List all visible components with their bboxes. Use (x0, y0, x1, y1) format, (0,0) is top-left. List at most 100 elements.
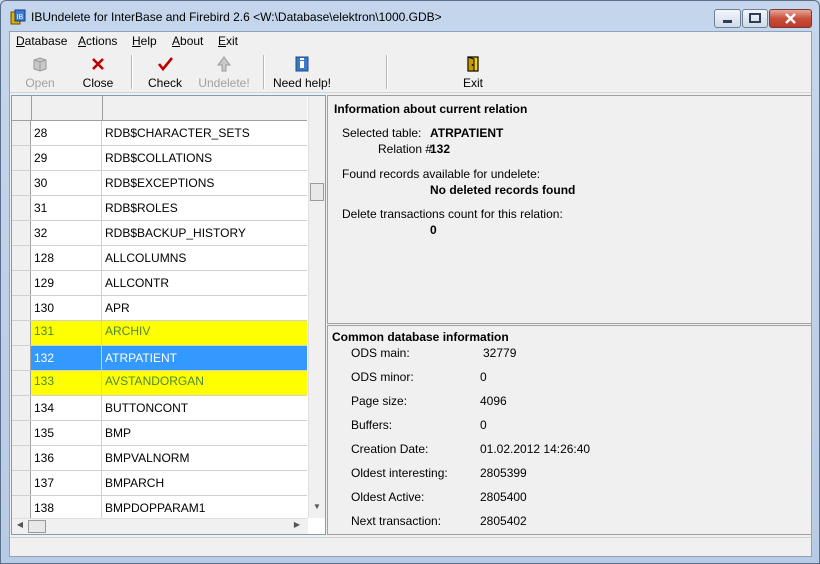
relation-id-cell[interactable]: 130 (32, 296, 102, 320)
db-info-value: 4096 (480, 394, 507, 408)
relation-id-cell[interactable]: 131 (32, 321, 102, 345)
vertical-scrollbar[interactable]: ▼ (308, 96, 325, 518)
relation-name-cell[interactable]: ATRPATIENT (103, 346, 307, 370)
minimize-button[interactable] (714, 9, 741, 28)
close-button[interactable]: Close (76, 53, 120, 91)
table-row[interactable]: 29 RDB$COLLATIONS (12, 146, 307, 171)
table-row[interactable]: 133 AVSTANDORGAN (12, 371, 307, 396)
row-indicator[interactable] (12, 296, 31, 320)
row-indicator[interactable] (12, 171, 31, 195)
menu-exit[interactable]: Exit (218, 34, 238, 48)
row-indicator[interactable] (12, 371, 31, 395)
relation-id-cell[interactable]: 128 (32, 246, 102, 270)
menu-help[interactable]: Help (132, 34, 157, 48)
close-window-button[interactable] (769, 9, 812, 28)
table-row[interactable]: 135 BMP (12, 421, 307, 446)
table-row[interactable]: 32 RDB$BACKUP_HISTORY (12, 221, 307, 246)
vertical-scroll-thumb[interactable] (310, 183, 324, 201)
row-indicator[interactable] (12, 346, 31, 370)
relation-name-cell[interactable]: BMPDOPPARAM1 (103, 496, 307, 520)
relation-name-cell[interactable]: RDB$BACKUP_HISTORY (103, 221, 307, 245)
row-indicator[interactable] (12, 246, 31, 270)
title-bar[interactable]: IB IBUndelete for InterBase and Firebird… (1, 1, 819, 31)
exit-button[interactable]: Exit (458, 53, 488, 91)
table-row[interactable]: 30 RDB$EXCEPTIONS (12, 171, 307, 196)
relation-id-cell[interactable]: 137 (32, 471, 102, 495)
row-indicator[interactable] (12, 471, 31, 495)
window-title: IBUndelete for InterBase and Firebird 2.… (31, 10, 442, 24)
maximize-button[interactable] (742, 9, 768, 28)
row-indicator[interactable] (12, 271, 31, 295)
grid-header-id[interactable] (32, 96, 103, 121)
db-info-label: ODS main: (351, 346, 410, 360)
relation-id-cell[interactable]: 30 (32, 171, 102, 195)
scroll-left-arrow-icon[interactable]: ◀ (13, 520, 27, 534)
relation-name-cell[interactable]: BMPVALNORM (103, 446, 307, 470)
table-row[interactable]: 132 ATRPATIENT (12, 346, 307, 371)
scroll-right-arrow-icon[interactable]: ▶ (290, 520, 304, 534)
menu-about[interactable]: About (172, 34, 203, 48)
row-indicator[interactable] (12, 446, 31, 470)
relation-name-cell[interactable]: BUTTONCONT (103, 396, 307, 420)
horizontal-scrollbar[interactable]: ◀ ▶ (12, 518, 308, 534)
app-icon: IB (10, 9, 26, 25)
table-row[interactable]: 134 BUTTONCONT (12, 396, 307, 421)
row-indicator[interactable] (12, 221, 31, 245)
relation-id-cell[interactable]: 32 (32, 221, 102, 245)
relation-name-cell[interactable]: ARCHIV (103, 321, 307, 345)
relation-id-cell[interactable]: 132 (32, 346, 102, 370)
exit-door-icon (467, 56, 479, 72)
relation-name-cell[interactable]: BMP (103, 421, 307, 445)
relation-id-cell[interactable]: 29 (32, 146, 102, 170)
relation-id-cell[interactable]: 129 (32, 271, 102, 295)
relations-grid[interactable]: 28 RDB$CHARACTER_SETS 29 RDB$COLLATIONS 30 RD… (11, 95, 326, 535)
relation-id-cell[interactable]: 138 (32, 496, 102, 520)
table-row[interactable]: 130 APR (12, 296, 307, 321)
row-indicator[interactable] (12, 196, 31, 220)
row-indicator[interactable] (12, 421, 31, 445)
relation-name-cell[interactable]: BMPARCH (103, 471, 307, 495)
menu-actions[interactable]: Actions (78, 34, 117, 48)
relation-name-cell[interactable]: RDB$ROLES (103, 196, 307, 220)
relation-name-cell[interactable]: ALLCOLUMNS (103, 246, 307, 270)
table-row[interactable]: 31 RDB$ROLES (12, 196, 307, 221)
horizontal-scroll-thumb[interactable] (28, 520, 46, 533)
db-info-label: Creation Date: (351, 442, 429, 456)
table-row[interactable]: 137 BMPARCH (12, 471, 307, 496)
table-row[interactable]: 131 ARCHIV (12, 321, 307, 346)
undelete-button[interactable]: Undelete! (198, 53, 250, 91)
db-info-value: 2805402 (480, 514, 527, 528)
scroll-down-arrow-icon[interactable]: ▼ (309, 502, 325, 518)
open-button[interactable]: Open (18, 53, 62, 91)
relation-name-cell[interactable]: ALLCONTR (103, 271, 307, 295)
relation-id-cell[interactable]: 31 (32, 196, 102, 220)
row-indicator[interactable] (12, 396, 31, 420)
row-indicator[interactable] (12, 146, 31, 170)
relation-id-cell[interactable]: 133 (32, 371, 102, 395)
grid-header (12, 96, 307, 121)
row-indicator[interactable] (12, 496, 31, 520)
db-info-value: 0 (480, 418, 487, 432)
relation-id-cell[interactable]: 28 (32, 121, 102, 145)
check-button[interactable]: Check (143, 53, 187, 91)
relation-name-cell[interactable]: RDB$CHARACTER_SETS (103, 121, 307, 145)
table-row[interactable]: 128 ALLCOLUMNS (12, 246, 307, 271)
selected-table-label: Selected table: (342, 126, 422, 140)
relation-info-panel: Information about current relation Selec… (327, 95, 812, 324)
row-indicator[interactable] (12, 121, 31, 145)
need-help-button[interactable]: Need help! (272, 53, 332, 91)
relation-name-cell[interactable]: APR (103, 296, 307, 320)
relation-id-cell[interactable]: 136 (32, 446, 102, 470)
row-indicator[interactable] (12, 321, 31, 345)
table-row[interactable]: 129 ALLCONTR (12, 271, 307, 296)
relation-name-cell[interactable]: AVSTANDORGAN (103, 371, 307, 395)
relation-name-cell[interactable]: RDB$COLLATIONS (103, 146, 307, 170)
relation-name-cell[interactable]: RDB$EXCEPTIONS (103, 171, 307, 195)
table-row[interactable]: 28 RDB$CHARACTER_SETS (12, 121, 307, 146)
relation-id-cell[interactable]: 134 (32, 396, 102, 420)
relation-id-cell[interactable]: 135 (32, 421, 102, 445)
relation-number-value: 132 (430, 142, 451, 156)
table-row[interactable]: 136 BMPVALNORM (12, 446, 307, 471)
grid-header-name[interactable] (103, 96, 307, 121)
menu-database[interactable]: Database (16, 34, 67, 48)
